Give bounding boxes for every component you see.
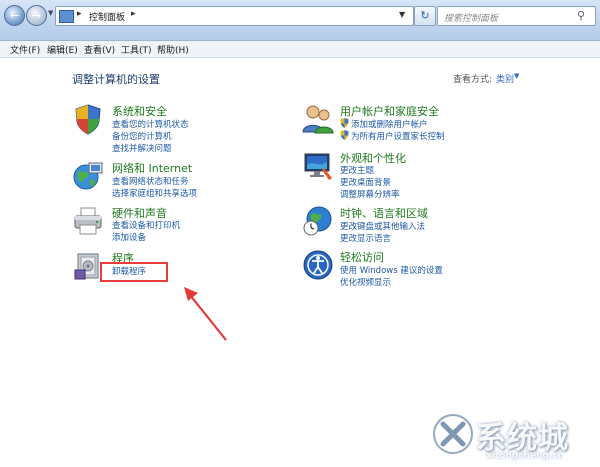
back-button[interactable]: ← — [4, 5, 25, 26]
address-bar-area: ← → ▼ ▸ 控制面板 ▸ ▼ ↻ 搜索控制面板 ⚲ — [0, 0, 600, 41]
menu-help[interactable]: 帮助(H) — [157, 43, 189, 56]
uac-shield-icon — [340, 130, 349, 140]
link-optimize-video-display[interactable]: 优化视频显示 — [340, 276, 391, 288]
page-title: 调整计算机的设置 — [72, 73, 160, 86]
breadcrumb-separator-icon[interactable]: ▸ — [77, 9, 82, 19]
address-dropdown-icon[interactable]: ▼ — [399, 10, 405, 19]
watermark-logo-icon — [433, 414, 473, 454]
category-title-network-internet[interactable]: 网络和 Internet — [112, 160, 192, 176]
link-change-display-language[interactable]: 更改显示语言 — [340, 232, 391, 244]
printer-icon[interactable] — [72, 205, 104, 237]
highlight-box — [100, 262, 168, 282]
link-windows-recommended-settings[interactable]: 使用 Windows 建议的设置 — [340, 264, 443, 276]
users-icon[interactable] — [302, 103, 334, 135]
watermark: 系统城 xitongcheng.cc — [424, 407, 594, 463]
category-title-user-accounts[interactable]: 用户帐户和家庭安全 — [340, 103, 439, 119]
menu-bar: 文件(F) 编辑(E) 查看(V) 工具(T) 帮助(H) — [0, 41, 600, 58]
watermark-url: xitongcheng.cc — [486, 451, 564, 461]
link-adjust-resolution[interactable]: 调整屏幕分辨率 — [340, 188, 400, 200]
category-title-system-security[interactable]: 系统和安全 — [112, 103, 167, 119]
category-title-ease-of-access[interactable]: 轻松访问 — [340, 249, 384, 265]
ease-of-access-icon[interactable] — [302, 249, 334, 281]
link-devices-printers[interactable]: 查看设备和打印机 — [112, 219, 180, 231]
view-by-dropdown[interactable]: 类别 — [496, 72, 514, 85]
menu-tools[interactable]: 工具(T) — [121, 43, 152, 56]
view-by-label: 查看方式: — [453, 75, 493, 85]
menu-edit[interactable]: 编辑(E) — [47, 43, 78, 56]
link-view-computer-status[interactable]: 查看您的计算机状态 — [112, 118, 189, 130]
monitor-paint-icon[interactable] — [302, 150, 334, 182]
refresh-button[interactable]: ↻ — [414, 6, 436, 26]
globe-network-icon[interactable] — [72, 160, 104, 192]
link-troubleshoot[interactable]: 查找并解决问题 — [112, 142, 172, 154]
link-change-desktop-background[interactable]: 更改桌面背景 — [340, 176, 391, 188]
address-field[interactable]: ▸ 控制面板 ▸ ▼ — [55, 6, 414, 26]
link-homegroup-sharing[interactable]: 选择家庭组和共享选项 — [112, 187, 197, 199]
link-add-remove-user-accounts[interactable]: 添加或删除用户帐户 — [351, 118, 428, 130]
clock-globe-icon[interactable] — [302, 205, 334, 237]
forward-button[interactable]: → — [26, 5, 47, 26]
menu-file[interactable]: 文件(F) — [10, 43, 40, 56]
search-icon[interactable]: ⚲ — [577, 9, 585, 22]
breadcrumb-control-panel[interactable]: 控制面板 — [89, 10, 125, 23]
breadcrumb-separator-icon[interactable]: ▸ — [131, 9, 136, 19]
chevron-down-icon[interactable]: ▼ — [514, 72, 519, 80]
search-placeholder: 搜索控制面板 — [444, 14, 499, 24]
link-add-device[interactable]: 添加设备 — [112, 231, 146, 243]
link-change-theme[interactable]: 更改主题 — [340, 164, 374, 176]
category-title-clock-language[interactable]: 时钟、语言和区域 — [340, 205, 428, 221]
link-backup-computer[interactable]: 备份您的计算机 — [112, 130, 172, 142]
search-input[interactable]: 搜索控制面板 ⚲ — [437, 6, 596, 26]
menu-view[interactable]: 查看(V) — [84, 43, 115, 56]
control-panel-icon — [59, 10, 74, 23]
red-arrow-annotation — [184, 287, 227, 341]
link-view-network-status[interactable]: 查看网络状态和任务 — [112, 175, 189, 187]
link-change-input-methods[interactable]: 更改键盘或其他输入法 — [340, 220, 425, 232]
shield-flag-icon[interactable] — [72, 103, 104, 135]
link-parental-controls[interactable]: 为所有用户设置家长控制 — [351, 130, 445, 142]
uac-shield-icon — [340, 118, 349, 128]
